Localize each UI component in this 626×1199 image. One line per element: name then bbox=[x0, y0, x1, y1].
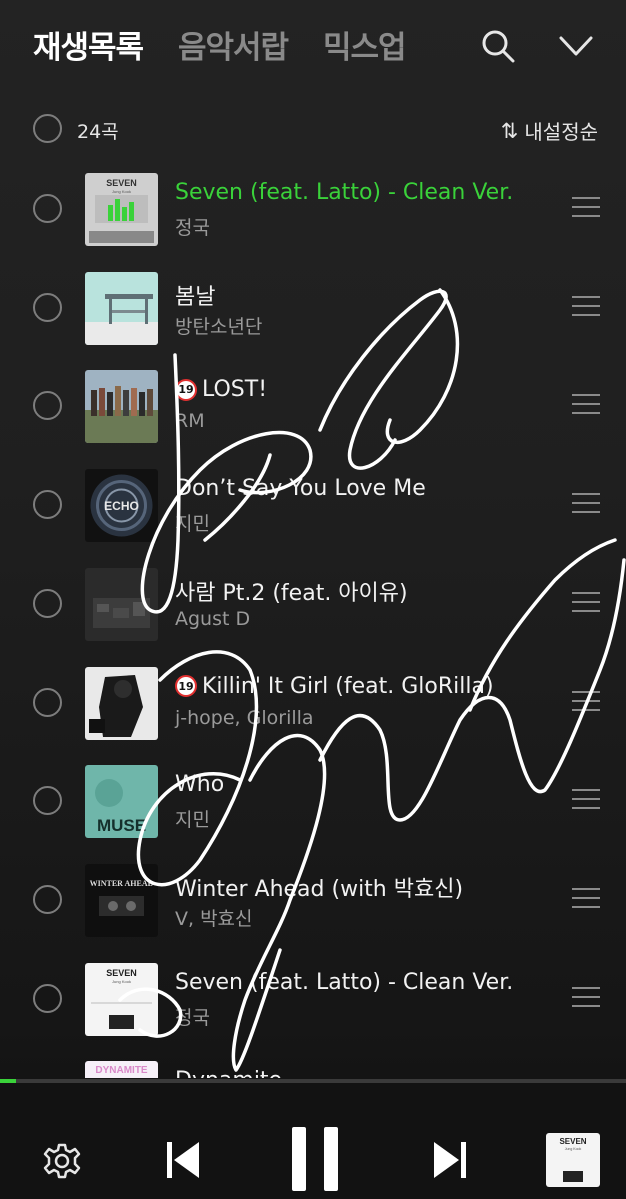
album-art bbox=[85, 666, 158, 740]
drag-handle-icon[interactable] bbox=[572, 789, 600, 811]
drag-handle-icon[interactable] bbox=[572, 493, 600, 515]
art-title: SEVEN bbox=[559, 1137, 586, 1146]
tab-playlist[interactable]: 재생목록 bbox=[33, 22, 144, 67]
track-title-text: Killin' It Girl (feat. GloRilla) bbox=[202, 673, 494, 699]
gear-icon[interactable] bbox=[42, 1141, 82, 1181]
track-artist: 방탄소년단 bbox=[175, 315, 263, 338]
track-artist: 정국 bbox=[175, 1006, 210, 1029]
track-row[interactable]: 19 Killin' It Girl (feat. GloRilla) j-ho… bbox=[0, 654, 626, 753]
track-row[interactable]: SEVEN Jung Kook Seven (feat. Latto) - Cl… bbox=[0, 950, 626, 1049]
track-artist: 지민 bbox=[175, 513, 210, 536]
track-checkbox[interactable] bbox=[33, 588, 62, 618]
art-title: WINTER AHEAD bbox=[90, 879, 154, 888]
sort-button[interactable]: ⇅ 내설정순 bbox=[501, 116, 598, 145]
drag-handle-icon[interactable] bbox=[572, 394, 600, 416]
track-title-text: LOST! bbox=[202, 377, 268, 403]
header: 재생목록 음악서랍 믹스업 bbox=[0, 0, 626, 90]
track-title: Seven (feat. Latto) - Clean Ver. bbox=[175, 180, 514, 205]
track-title: 봄날 bbox=[175, 284, 216, 310]
track-artist: 지민 bbox=[175, 809, 210, 832]
drag-handle-icon[interactable] bbox=[572, 295, 600, 318]
explicit-badge: 19 bbox=[175, 675, 197, 697]
drag-handle-icon[interactable] bbox=[572, 690, 600, 713]
track-row[interactable]: MUSE Who 지민 bbox=[0, 752, 626, 851]
album-art bbox=[85, 370, 158, 444]
album-art bbox=[85, 567, 158, 641]
sort-label: 내설정순 bbox=[524, 120, 598, 144]
sort-arrows-icon: ⇅ bbox=[500, 118, 519, 143]
track-row[interactable]: SEVEN Jung Kook Seven (feat. Latto) - Cl… bbox=[0, 160, 626, 259]
track-title: Seven (feat. Latto) - Clean Ver. bbox=[175, 969, 514, 995]
track-artist: RM bbox=[175, 410, 205, 433]
album-art: SEVEN Jung Kook bbox=[85, 173, 158, 246]
tab-music-drawer[interactable]: 음악서랍 bbox=[178, 22, 289, 67]
art-title: MUSE bbox=[97, 816, 146, 835]
search-icon[interactable] bbox=[480, 28, 516, 64]
album-art: MUSE bbox=[85, 765, 158, 839]
track-checkbox[interactable] bbox=[33, 786, 62, 816]
explicit-badge: 19 bbox=[175, 378, 197, 401]
track-title: Who bbox=[175, 772, 225, 798]
track-checkbox[interactable] bbox=[33, 884, 62, 914]
skip-next-icon[interactable] bbox=[432, 1140, 468, 1180]
track-title: Dynamite bbox=[175, 1068, 282, 1078]
now-playing-album-art[interactable]: SEVEN Jung Kook bbox=[546, 1133, 600, 1187]
track-title: 19 LOST! bbox=[175, 377, 267, 402]
pause-icon[interactable] bbox=[290, 1125, 342, 1193]
art-title: ECHO bbox=[104, 499, 139, 513]
art-subtitle: Jung Kook bbox=[565, 1147, 582, 1151]
track-count: 24곡 bbox=[77, 121, 119, 143]
skip-previous-icon[interactable] bbox=[165, 1140, 201, 1180]
drag-handle-icon[interactable] bbox=[572, 197, 600, 219]
track-artist: V, 박효신 bbox=[175, 907, 253, 930]
art-subtitle: Jung Kook bbox=[112, 189, 131, 194]
track-artist: j-hope, Glorilla bbox=[175, 706, 314, 729]
track-row[interactable]: DYNAMITE DYNAMITE Dynamite bbox=[0, 1048, 626, 1078]
album-art: ECHO bbox=[85, 469, 158, 543]
drag-handle-icon[interactable] bbox=[572, 986, 600, 1009]
chevron-down-icon[interactable] bbox=[558, 28, 594, 64]
art-title: DYNAMITE bbox=[95, 1065, 148, 1076]
track-checkbox[interactable] bbox=[33, 983, 62, 1013]
track-list: SEVEN Jung Kook Seven (feat. Latto) - Cl… bbox=[0, 160, 626, 1078]
drag-handle-icon[interactable] bbox=[572, 887, 600, 910]
track-checkbox[interactable] bbox=[33, 194, 62, 223]
tab-mixup[interactable]: 믹스업 bbox=[323, 22, 407, 67]
track-title: 19 Killin' It Girl (feat. GloRilla) bbox=[175, 674, 494, 699]
track-row[interactable]: ECHO Don’t Say You Love Me 지민 bbox=[0, 456, 626, 555]
track-title: Don’t Say You Love Me bbox=[175, 476, 426, 502]
track-checkbox[interactable] bbox=[33, 292, 62, 322]
art-title: SEVEN bbox=[106, 968, 137, 978]
track-checkbox[interactable] bbox=[33, 490, 62, 520]
track-row[interactable]: 봄날 방탄소년단 bbox=[0, 259, 626, 358]
track-row[interactable]: 19 LOST! RM bbox=[0, 357, 626, 456]
track-artist: Agust D bbox=[175, 607, 251, 630]
track-row[interactable]: WINTER AHEAD Winter Ahead (with 박효신) V, … bbox=[0, 851, 626, 950]
player-bar: SEVEN Jung Kook bbox=[0, 1083, 626, 1199]
art-title: SEVEN bbox=[106, 178, 137, 188]
drag-handle-icon[interactable] bbox=[572, 591, 600, 614]
track-title: Winter Ahead (with 박효신) bbox=[175, 876, 464, 902]
album-art: SEVEN Jung Kook bbox=[85, 962, 158, 1036]
select-all-checkbox[interactable] bbox=[33, 114, 62, 143]
art-subtitle: Jung Kook bbox=[112, 979, 131, 984]
album-art bbox=[85, 271, 158, 345]
app: 재생목록 음악서랍 믹스업 24곡 ⇅ 내설정순 SEVEN Jung Kook bbox=[0, 0, 626, 1199]
track-title: 사람 Pt.2 (feat. 아이유) bbox=[175, 580, 408, 606]
album-art: WINTER AHEAD bbox=[85, 863, 158, 937]
album-art: DYNAMITE DYNAMITE bbox=[85, 1061, 158, 1078]
track-row[interactable]: 사람 Pt.2 (feat. 아이유) Agust D bbox=[0, 555, 626, 654]
art-title: DYNAMITE bbox=[95, 1077, 148, 1078]
playlist-toolbar: 24곡 ⇅ 내설정순 bbox=[0, 108, 626, 150]
track-checkbox[interactable] bbox=[33, 687, 62, 717]
track-checkbox[interactable] bbox=[33, 391, 62, 421]
track-artist: 정국 bbox=[175, 217, 210, 239]
